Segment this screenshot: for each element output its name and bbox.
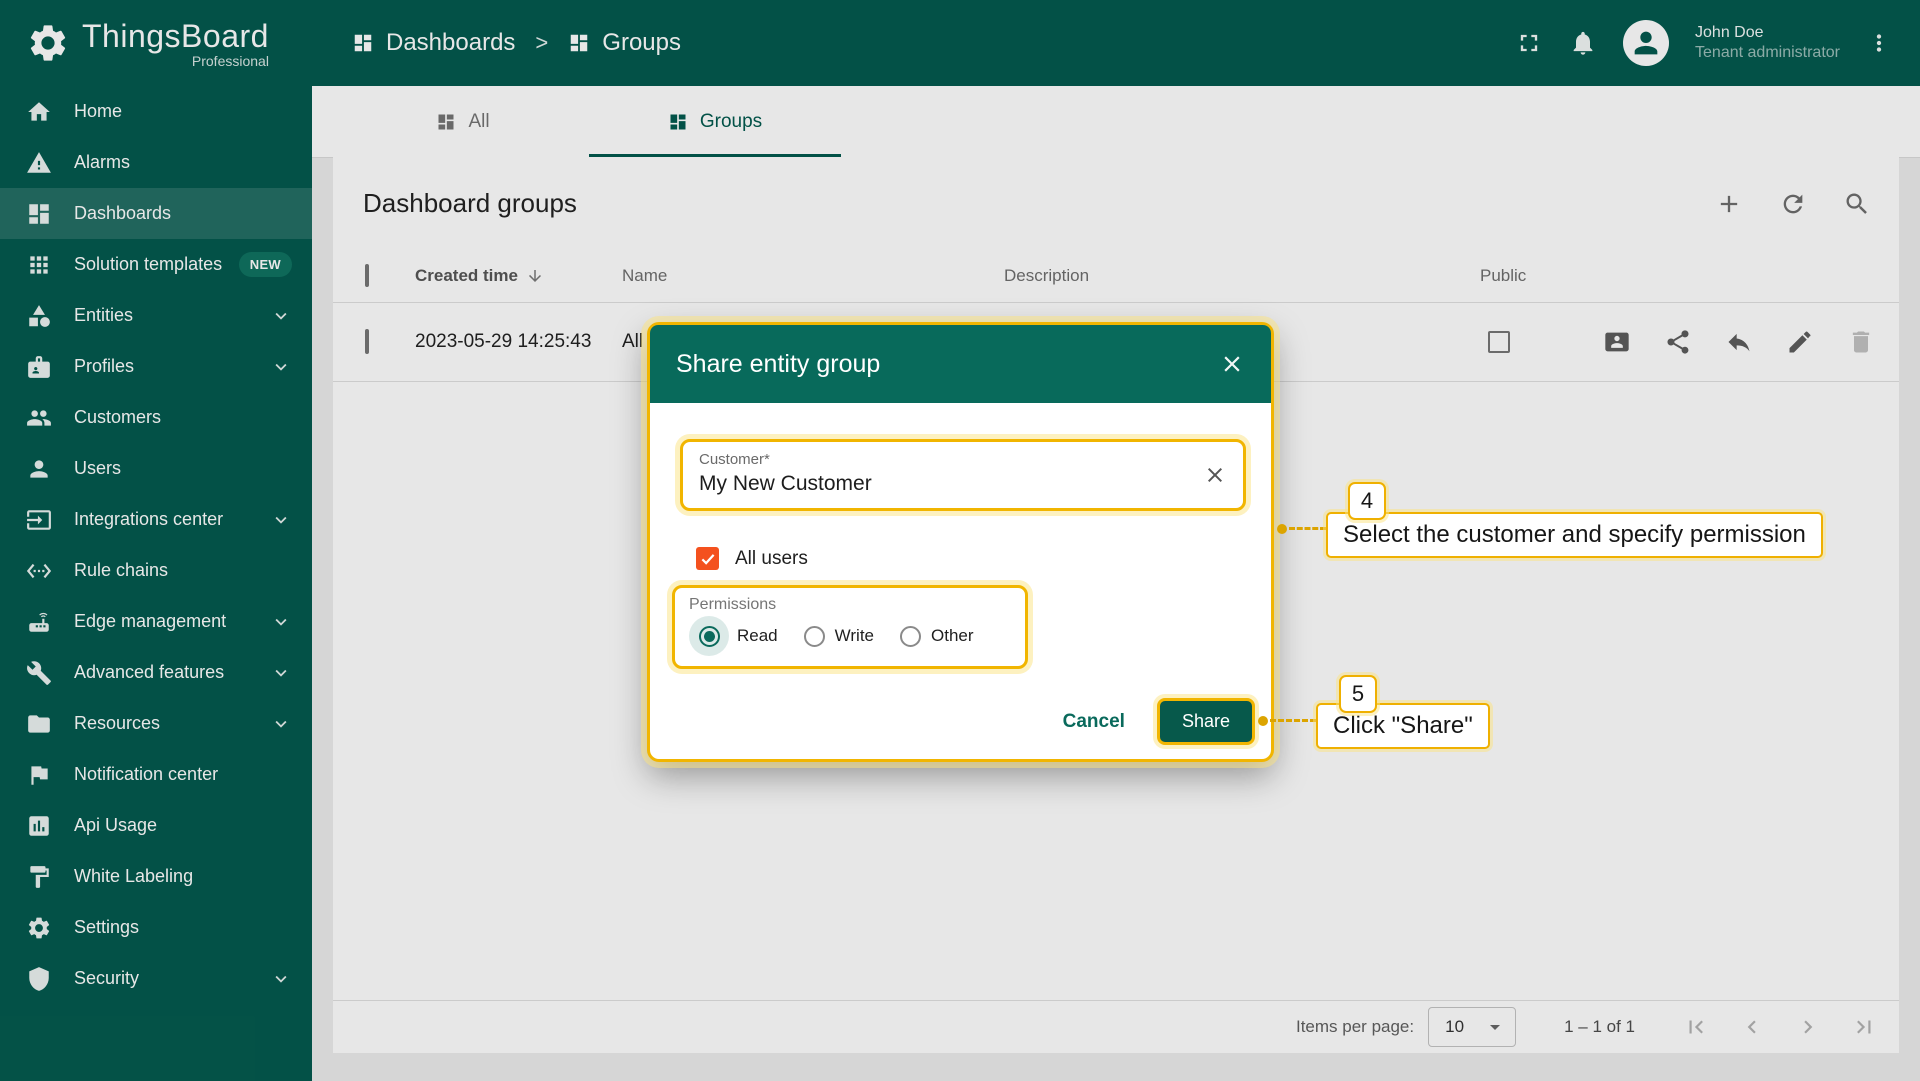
- all-users-label: All users: [735, 548, 808, 570]
- radio-read[interactable]: Read: [689, 616, 778, 656]
- radio-label: Other: [931, 626, 974, 646]
- permissions-group: Permissions Read Write Other: [672, 585, 1028, 669]
- radio-unselected-icon: [900, 626, 921, 647]
- share-button[interactable]: Share: [1157, 698, 1255, 745]
- annotation-4-connector: [1289, 527, 1326, 530]
- app-window: ThingsBoard Professional Dashboards > Gr…: [0, 0, 1920, 1081]
- annotation-5-step-badge: 5: [1339, 675, 1377, 713]
- annotation-5-connector: [1270, 719, 1316, 722]
- radio-selected-icon: [689, 616, 729, 656]
- annotation-5-connector-dot: [1258, 716, 1268, 726]
- permissions-label: Permissions: [689, 596, 1011, 614]
- radio-label: Write: [835, 626, 874, 646]
- annotation-4-tooltip: Select the customer and specify permissi…: [1326, 512, 1823, 558]
- cancel-button[interactable]: Cancel: [1057, 703, 1131, 741]
- checkbox-checked-icon: [696, 547, 719, 570]
- customer-field-value: My New Customer: [699, 472, 1227, 496]
- customer-field-label: Customer*: [699, 451, 1227, 468]
- dialog-title: Share entity group: [676, 350, 880, 379]
- radio-other[interactable]: Other: [900, 626, 974, 647]
- radio-label: Read: [737, 626, 778, 646]
- radio-write[interactable]: Write: [804, 626, 874, 647]
- annotation-4-connector-dot: [1277, 524, 1287, 534]
- radio-unselected-icon: [804, 626, 825, 647]
- close-icon[interactable]: [1219, 351, 1245, 377]
- customer-field[interactable]: Customer* My New Customer: [680, 439, 1246, 511]
- all-users-checkbox[interactable]: All users: [696, 547, 808, 570]
- annotation-4-step-badge: 4: [1348, 482, 1386, 520]
- share-entity-group-dialog: Share entity group Customer* My New Cust…: [647, 322, 1274, 762]
- clear-icon[interactable]: [1203, 463, 1227, 487]
